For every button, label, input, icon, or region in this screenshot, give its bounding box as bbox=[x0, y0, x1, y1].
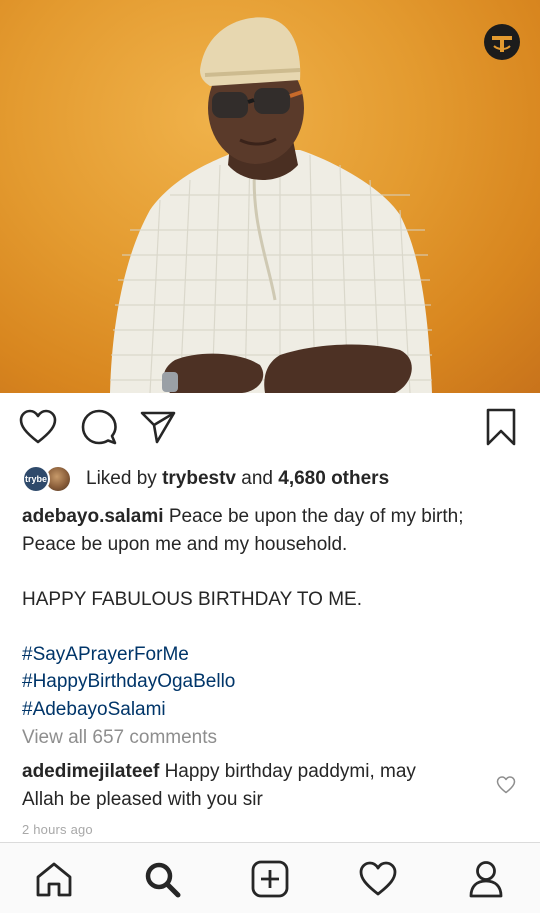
likes-count[interactable]: 4,680 others bbox=[278, 468, 389, 489]
post-action-bar bbox=[0, 393, 540, 461]
bottom-tab-bar bbox=[0, 842, 540, 913]
post-timestamp: 2 hours ago bbox=[22, 822, 93, 837]
tab-home[interactable] bbox=[32, 857, 76, 901]
post-photo-illustration bbox=[110, 17, 432, 393]
post-caption: adebayo.salami Peace be upon the day of … bbox=[22, 503, 512, 723]
profile-icon bbox=[469, 861, 503, 898]
avatar: trybe bbox=[22, 465, 50, 493]
like-button[interactable] bbox=[18, 407, 58, 447]
new-post-icon bbox=[251, 860, 289, 898]
likes-text: Liked by trybestv and 4,680 others bbox=[86, 468, 389, 490]
tab-search[interactable] bbox=[140, 857, 184, 901]
trybe-logo-icon bbox=[484, 24, 520, 60]
comment-bubble-icon bbox=[81, 409, 117, 445]
paper-plane-icon bbox=[140, 411, 176, 444]
tab-profile[interactable] bbox=[464, 857, 508, 901]
bookmark-icon bbox=[486, 408, 516, 446]
comment-username[interactable]: adedimejilateef bbox=[22, 761, 159, 782]
liker-username[interactable]: trybestv bbox=[162, 468, 236, 489]
post-image[interactable] bbox=[0, 0, 540, 393]
likes-conjunction: and bbox=[241, 468, 273, 489]
caption-line2: HAPPY FABULOUS BIRTHDAY TO ME. bbox=[22, 588, 362, 610]
save-button[interactable] bbox=[481, 407, 521, 447]
home-icon bbox=[36, 862, 72, 897]
hashtag-link[interactable]: #SayAPrayerForMe bbox=[22, 641, 512, 669]
share-button[interactable] bbox=[138, 407, 178, 447]
comment-button[interactable] bbox=[79, 407, 119, 447]
heart-outline-icon bbox=[19, 409, 57, 444]
caption-username[interactable]: adebayo.salami bbox=[22, 506, 164, 527]
caption-text: adebayo.salami Peace be upon the day of … bbox=[22, 503, 512, 558]
hashtag-link[interactable]: #AdebayoSalami bbox=[22, 696, 512, 724]
comment-item: adedimejilateef Happy birthday paddymi, … bbox=[22, 758, 462, 813]
heart-outline-icon bbox=[496, 776, 516, 794]
tab-activity[interactable] bbox=[356, 857, 400, 901]
likes-summary[interactable]: trybe Liked by trybestv and 4,680 others bbox=[22, 463, 389, 495]
comment-like-button[interactable] bbox=[496, 776, 518, 798]
view-all-comments-link[interactable]: View all 657 comments bbox=[22, 727, 217, 749]
search-icon bbox=[145, 862, 181, 898]
activity-heart-icon bbox=[359, 861, 397, 896]
liker-avatars: trybe bbox=[22, 464, 74, 494]
tab-new-post[interactable] bbox=[248, 857, 292, 901]
likes-prefix: Liked by bbox=[86, 468, 157, 489]
hashtag-link[interactable]: #HappyBirthdayOgaBello bbox=[22, 668, 512, 696]
